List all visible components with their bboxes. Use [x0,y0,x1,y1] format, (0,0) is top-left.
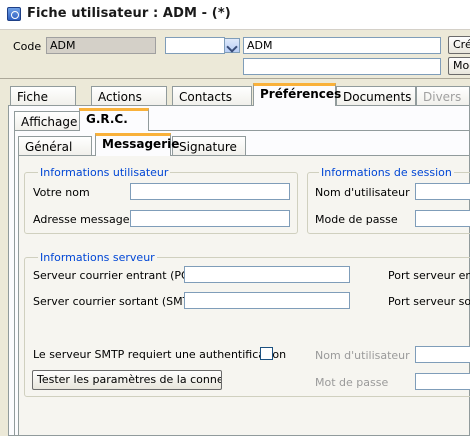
auth-password-label: Mot de passe [315,376,389,389]
smtp-auth-checkbox[interactable] [260,347,273,360]
outgoing-port-label: Port serveur sorta [388,295,470,308]
auth-password-input[interactable] [415,373,470,390]
name-input[interactable] [130,183,290,200]
chevron-down-icon[interactable] [224,38,240,53]
session-password-label: Mode de passe [315,213,398,226]
tab-documents[interactable]: Documents [336,86,416,106]
name-field[interactable]: ADM [243,37,441,54]
tab-messagerie[interactable]: Messagerie [95,133,179,156]
tab-divers[interactable]: Divers [416,86,470,106]
record-header: Code ADM ADM Cré Mod [0,31,470,79]
tab-signature[interactable]: Signature [172,136,246,156]
user-info-legend: Informations utilisateur [38,166,171,179]
tab-general[interactable]: Général [18,136,92,156]
modify-button[interactable]: Mod [448,57,470,75]
outgoing-server-input[interactable] [184,292,350,309]
smtp-auth-label: Le serveur SMTP requiert une authentific… [33,348,287,361]
auth-user-label: Nom d'utilisateur [315,349,410,362]
title-bar: Fiche utilisateur : ADM - (*) [0,0,470,30]
incoming-server-input[interactable] [184,266,350,283]
session-password-input[interactable] [415,210,470,227]
server-info-legend: Informations serveur [38,251,157,264]
email-label: Adresse messagerie [33,213,144,226]
window-title: Fiche utilisateur : ADM - (*) [27,6,231,21]
tab-contacts[interactable]: Contacts [172,86,252,106]
session-info-legend: Informations de session [319,166,454,179]
email-input[interactable] [130,210,290,227]
name-label: Votre nom [33,186,90,199]
code-label: Code [13,40,42,53]
session-user-label: Nom d'utilisateur [315,186,410,199]
tab-fiche[interactable]: Fiche [10,86,76,106]
tab-affichage[interactable]: Affichage [14,111,86,131]
incoming-server-label: Serveur courrier entrant (POP3) [33,269,208,282]
code-field: ADM [46,37,156,54]
test-connection-button[interactable]: Tester les paramètres de la connexion [32,370,222,390]
tab-actions[interactable]: Actions [91,86,167,106]
tab-preferences[interactable]: Préférences [253,83,341,106]
create-button[interactable]: Cré [448,36,470,54]
incoming-port-label: Port serveur entra [388,269,470,282]
secondary-field[interactable] [243,58,441,75]
app-icon [7,7,21,21]
auth-user-input[interactable] [415,346,470,363]
outgoing-server-label: Server courrier sortant (SMTP) [33,295,201,308]
type-select[interactable] [165,37,225,54]
tab-grc[interactable]: G.R.C. [79,108,149,131]
session-user-input[interactable] [415,183,470,200]
